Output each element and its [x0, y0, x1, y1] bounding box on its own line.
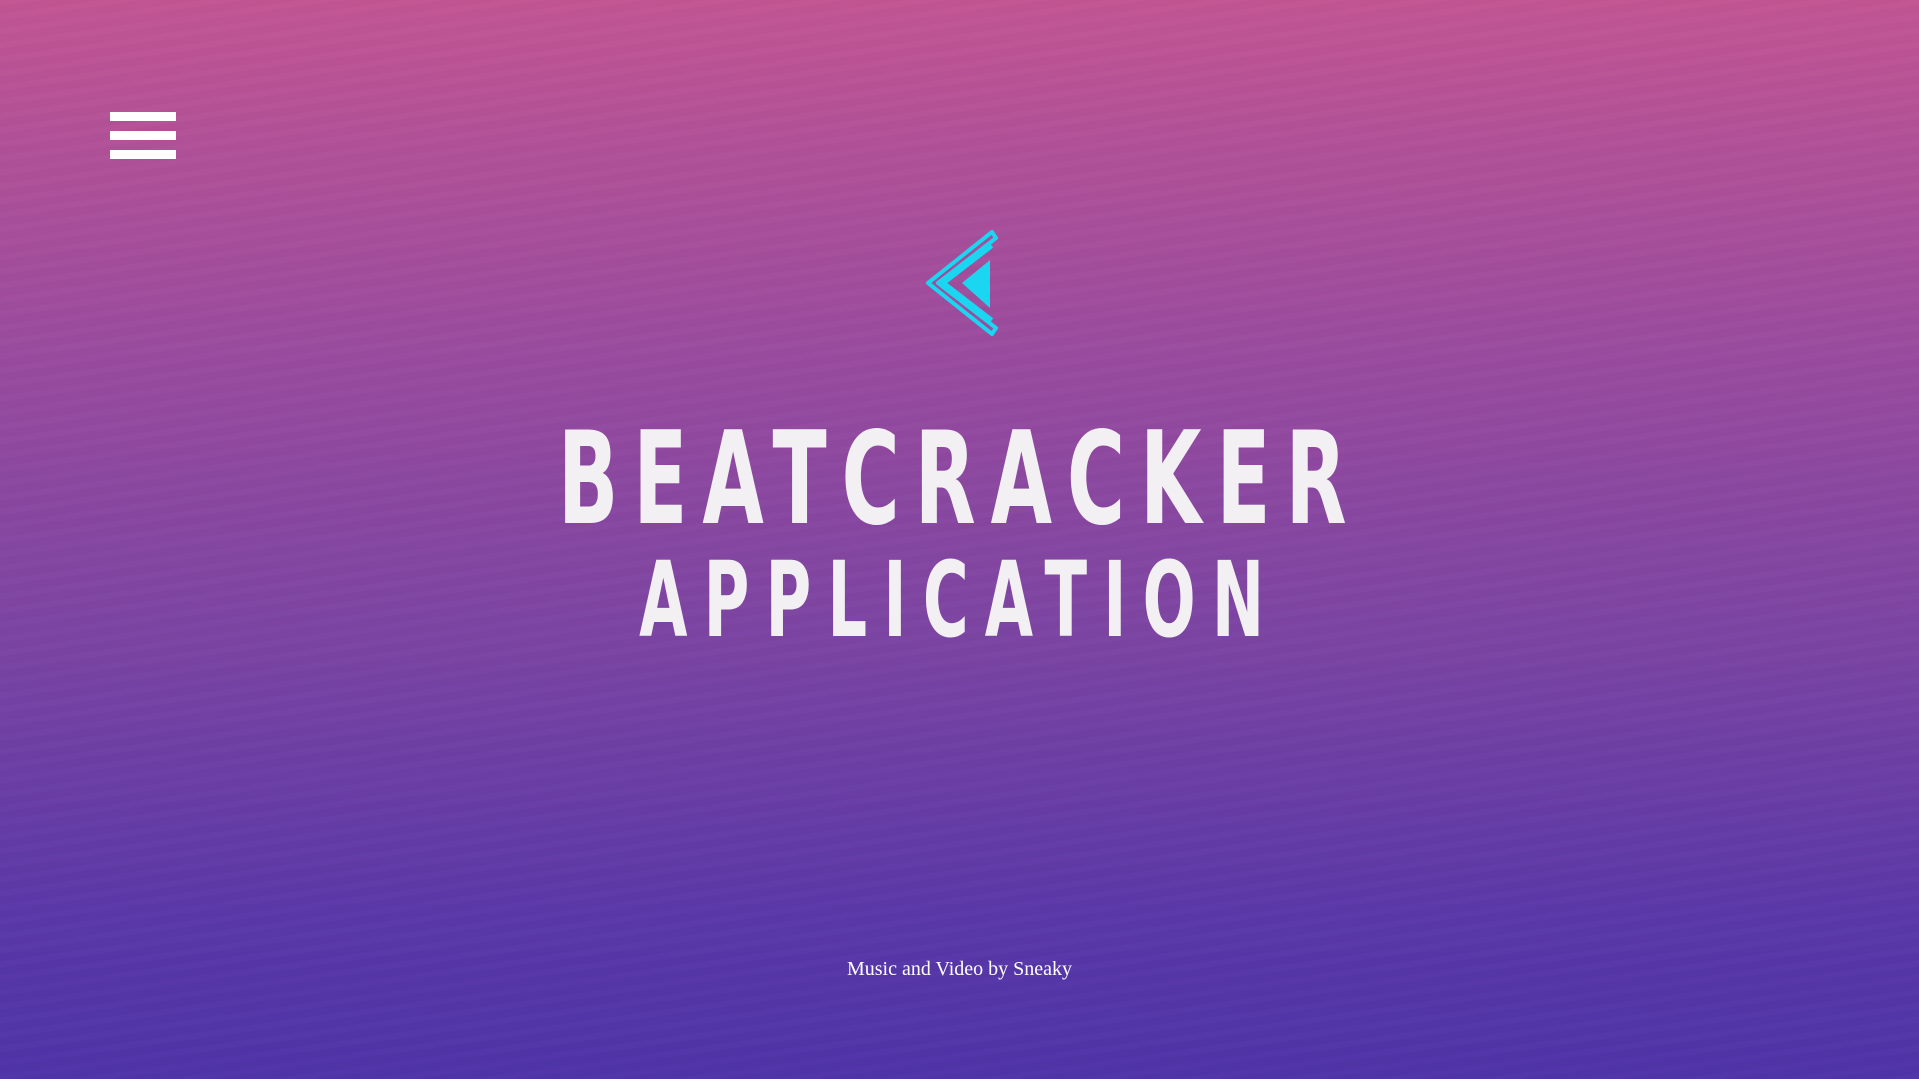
menu-bar	[110, 112, 176, 121]
menu-bar	[110, 131, 176, 140]
menu-bar	[110, 150, 176, 159]
app-title: BEATCRACKER	[557, 405, 1362, 554]
double-chevron-play-left-icon	[926, 230, 998, 336]
credit-text: Music and Video by Sneaky	[846, 958, 1073, 980]
hamburger-menu-icon[interactable]	[110, 110, 176, 162]
app-subtitle: APPLICATION	[639, 539, 1281, 661]
